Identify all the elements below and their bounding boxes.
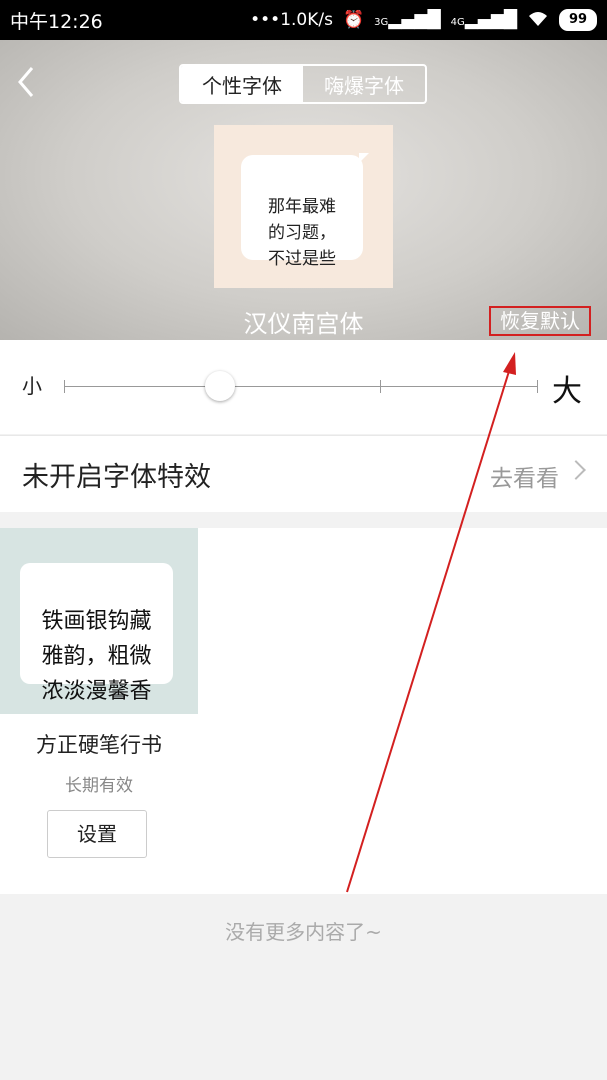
battery-icon: 99	[559, 9, 597, 31]
network-speed: •••1.0K/s	[250, 10, 333, 30]
size-small-label: 小	[22, 374, 42, 398]
signal-4g-icon: 4G▂▄▆█	[450, 10, 517, 30]
size-large-label: 大	[552, 374, 582, 409]
status-time: 中午12:26	[10, 10, 103, 33]
back-button[interactable]	[12, 62, 42, 102]
chevron-right-icon	[566, 460, 586, 480]
font-list: 铁画银钩藏 雅韵，粗微 浓淡漫馨香 方正硬笔行书 长期有效 设置	[0, 528, 607, 894]
font-size-slider-row: 小 大	[0, 340, 607, 434]
font-effect-status: 未开启字体特效	[22, 462, 211, 493]
preview-text: 那年最难 的习题， 不过是些	[268, 197, 336, 269]
font-card-name: 方正硬笔行书	[36, 733, 162, 757]
set-font-button[interactable]: 设置	[47, 810, 147, 858]
slider-tick	[537, 380, 538, 393]
font-effect-row[interactable]: 未开启字体特效 去看看	[0, 435, 607, 512]
slider-tick	[380, 380, 381, 393]
font-card-thumbnail[interactable]: 铁画银钩藏 雅韵，粗微 浓淡漫馨香	[0, 528, 198, 714]
restore-default-button[interactable]: 恢复默认	[489, 306, 591, 336]
wifi-icon	[527, 9, 549, 32]
chevron-left-icon	[18, 67, 34, 97]
signal-3g-icon: 3G▂▄▆█	[374, 10, 441, 30]
font-sample-text: 铁画银钩藏 雅韵，粗微 浓淡漫馨香	[41, 609, 152, 704]
status-icons: •••1.0K/s ⏰ 3G▂▄▆█ 4G▂▄▆█ 99	[250, 9, 597, 32]
preview-chat-bubble: 那年最难 的习题， 不过是些	[241, 153, 369, 269]
font-preview-card: 那年最难 的习题， 不过是些	[214, 125, 393, 288]
bubble-tail	[359, 153, 369, 163]
tab-hype-font[interactable]: 嗨爆字体	[303, 66, 425, 102]
slider-thumb[interactable]	[205, 371, 235, 401]
slider-tick	[64, 380, 65, 393]
slider-track[interactable]	[64, 386, 538, 387]
status-bar: 中午12:26 •••1.0K/s ⏰ 3G▂▄▆█ 4G▂▄▆█ 99	[0, 0, 607, 40]
font-preview-header: 个性字体 嗨爆字体 那年最难 的习题， 不过是些 汉仪南宫体 恢复默认	[0, 40, 607, 340]
alarm-icon: ⏰	[342, 10, 365, 30]
font-type-tabs: 个性字体 嗨爆字体	[179, 64, 427, 104]
font-sample-bubble: 铁画银钩藏 雅韵，粗微 浓淡漫馨香	[20, 563, 173, 704]
no-more-content-text: 没有更多内容了~	[225, 920, 382, 944]
font-card-validity: 长期有效	[65, 776, 133, 796]
go-see-link[interactable]: 去看看	[490, 459, 559, 493]
tab-personal-font[interactable]: 个性字体	[181, 66, 303, 102]
